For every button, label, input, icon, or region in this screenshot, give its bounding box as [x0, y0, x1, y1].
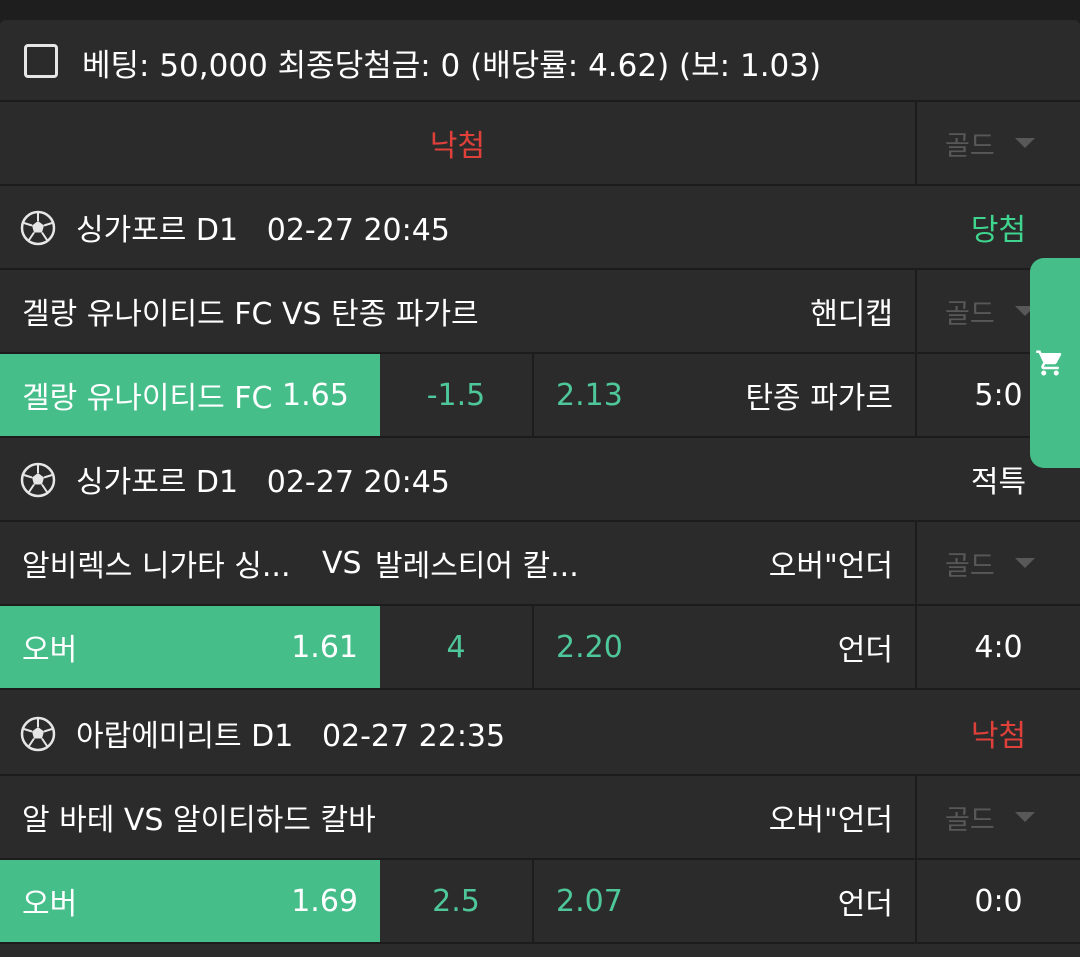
bet-type-cell: 핸디캡	[600, 270, 893, 352]
league-name: 싱가포르 D1 02-27 20:45	[76, 205, 450, 249]
home-selection-button[interactable]: 겔랑 유나이티드 FC 1.65	[0, 354, 380, 436]
away-odds: 2.20	[556, 629, 623, 665]
away-label: 탄종 파가르	[745, 381, 893, 416]
home-selection-button[interactable]: 오버 1.69	[0, 860, 380, 942]
match-home-team: 알비렉스 니가타 싱...	[22, 549, 291, 584]
bet-summary-text: 베팅: 50,000 최종당첨금: 0 (배당률: 4.62) (보: 1.03…	[82, 48, 822, 84]
home-label: 겔랑 유나이티드 FC	[22, 381, 273, 416]
bet-type-label: 오버"언더	[768, 549, 893, 584]
gold-label: 골드	[945, 550, 995, 582]
cart-button[interactable]	[1030, 258, 1080, 468]
bet-type-cell: 오버"언더	[600, 522, 893, 604]
home-odds: 1.61	[291, 629, 358, 665]
home-odds: 1.65	[282, 377, 349, 413]
line-cell: -1.5	[380, 354, 532, 436]
league-label: 싱가포르 D1	[76, 213, 239, 248]
match-vs: VS	[322, 545, 362, 581]
soccer-ball-icon	[20, 716, 56, 752]
match-title: 알 바테 VS 알이티하드 칼바	[22, 803, 376, 838]
cart-icon	[1036, 350, 1062, 376]
match-score: 4:0	[974, 629, 1023, 665]
game-header-row: 아랍에미리트 D1 02-27 22:35 낙첨	[0, 692, 1080, 776]
away-selection-button[interactable]: 2.07 언더	[534, 860, 915, 942]
away-label: 언더	[837, 633, 893, 668]
away-selection-button[interactable]: 2.13 탄종 파가르	[534, 354, 915, 436]
caret-down-icon	[1014, 138, 1035, 148]
match-datetime: 02-27 20:45	[266, 465, 450, 500]
away-label: 언더	[837, 887, 893, 922]
gold-label: 골드	[945, 130, 995, 162]
odds-row: 오버 1.61 4 2.20 언더 4:0	[0, 606, 1080, 690]
status-badge: 낙첨	[970, 719, 1027, 754]
match-datetime: 02-27 22:35	[321, 719, 506, 754]
status-badge: 당첨	[970, 213, 1027, 248]
match-score: 0:0	[974, 883, 1023, 919]
odds-row: 겔랑 유나이티드 FC 1.65 -1.5 2.13 탄종 파가르 5:0	[0, 354, 1080, 438]
game-header-row: 싱가포르 D1 02-27 20:45 적특	[0, 438, 1080, 522]
result-cell: 낙첨	[0, 102, 915, 184]
result-row: 낙첨 골드	[0, 102, 1080, 186]
gold-label: 골드	[945, 804, 995, 836]
home-selection-button[interactable]: 오버 1.61	[0, 606, 380, 688]
league-name: 아랍에미리트 D1 02-27 22:35	[76, 711, 505, 755]
total-line: 4	[446, 629, 466, 665]
gold-dropdown[interactable]: 골드	[917, 102, 1080, 184]
bet-type-label: 핸디캡	[810, 297, 893, 332]
total-line: 2.5	[432, 883, 480, 919]
soccer-ball-icon	[20, 462, 56, 498]
checkbox-unchecked-icon[interactable]	[24, 44, 58, 78]
home-label: 오버	[22, 887, 78, 922]
bet-type-label: 오버"언더	[768, 803, 893, 838]
league-name: 싱가포르 D1 02-27 20:45	[76, 457, 450, 501]
result-label: 낙첨	[429, 129, 486, 164]
caret-down-icon	[1014, 558, 1035, 568]
handicap-line: -1.5	[426, 377, 486, 413]
away-odds: 2.13	[556, 377, 623, 413]
match-row: 알 바테 VS 알이티하드 칼바 오버"언더 골드	[0, 776, 1080, 860]
home-odds: 1.69	[291, 883, 358, 919]
match-row: 겔랑 유나이티드 FC VS 탄종 파가르 핸디캡 골드	[0, 270, 1080, 354]
odds-row: 오버 1.69 2.5 2.07 언더 0:0	[0, 860, 1080, 944]
away-odds: 2.07	[556, 883, 623, 919]
home-label: 오버	[22, 633, 78, 668]
bet-slip-panel: 베팅: 50,000 최종당첨금: 0 (배당률: 4.62) (보: 1.03…	[0, 20, 1080, 957]
match-title: 겔랑 유나이티드 FC VS 탄종 파가르	[22, 297, 479, 332]
game-header-row: 싱가포르 D1 02-27 20:45 당첨	[0, 186, 1080, 270]
gold-label: 골드	[945, 298, 995, 330]
bet-summary-row: 베팅: 50,000 최종당첨금: 0 (배당률: 4.62) (보: 1.03…	[0, 20, 1080, 102]
gold-dropdown[interactable]: 골드	[917, 522, 1080, 604]
soccer-ball-icon	[20, 210, 56, 246]
league-label: 아랍에미리트 D1	[76, 719, 294, 754]
match-row: 알비렉스 니가타 싱... VS 발레스티어 칼... 오버"언더 골드	[0, 522, 1080, 606]
caret-down-icon	[1014, 812, 1035, 822]
match-away-team: 발레스티어 칼...	[375, 549, 579, 584]
away-selection-button[interactable]: 2.20 언더	[534, 606, 915, 688]
bet-type-cell: 오버"언더	[600, 776, 893, 858]
league-label: 싱가포르 D1	[76, 465, 239, 500]
match-datetime: 02-27 20:45	[266, 213, 450, 248]
line-cell: 4	[380, 606, 532, 688]
line-cell: 2.5	[380, 860, 532, 942]
gold-dropdown[interactable]: 골드	[917, 776, 1080, 858]
